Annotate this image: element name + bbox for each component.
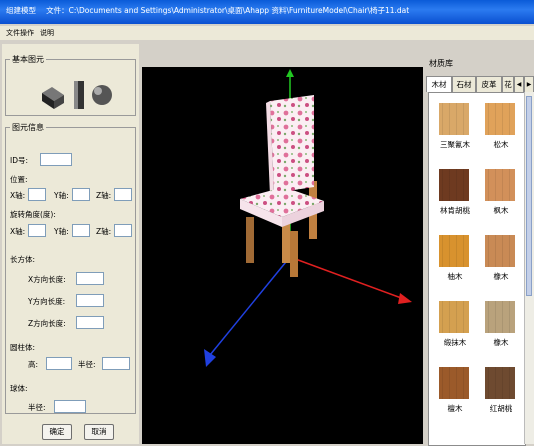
pos-y-field[interactable] [72,188,90,201]
material-item[interactable]: 檀木 [435,367,475,419]
tab-leather[interactable]: 皮革 [476,76,502,92]
x-length-field[interactable] [76,272,104,285]
material-library: 材质库 木材 石材 皮革 花 ◀ ▶ 三聚氰木 松木 林肯胡桃 枫木 柚木 橡木… [426,52,534,446]
3d-viewport[interactable] [142,67,423,444]
material-item[interactable]: 松木 [481,103,521,155]
gallery-scrollbar[interactable] [524,92,534,444]
material-swatch [439,169,469,201]
tab-stone[interactable]: 石材 [452,76,476,92]
cancel-button[interactable]: 取消 [84,424,114,440]
material-name: 松木 [493,140,509,149]
cuboid-label: 长方体: [10,255,36,264]
pos-x-field[interactable] [28,188,46,201]
cube-block-icon[interactable] [42,87,64,109]
sphere-label: 球体: [10,384,28,393]
menu-file[interactable]: 文件操作 [6,28,34,38]
x-length-label: X方向长度: [28,275,66,284]
radius-label: 半径: [78,360,96,369]
sphere-radius-label: 半径: [28,403,46,412]
material-item[interactable]: 缎抹木 [435,301,475,353]
library-title: 材质库 [429,59,453,68]
sphere-radius-field[interactable] [54,400,86,413]
material-item[interactable]: 枫木 [481,169,521,221]
properties-legend: 图元信息 [12,123,44,132]
chair-model[interactable] [240,95,324,277]
material-swatch [485,103,515,135]
position-label: 位置: [10,175,28,184]
y-length-field[interactable] [76,294,104,307]
pos-y-label: Y轴: [54,191,69,200]
material-swatch [485,367,515,399]
material-swatch [485,169,515,201]
material-tabs: 木材 石材 皮革 花 ◀ ▶ [426,76,534,92]
material-item[interactable]: 柚木 [435,235,475,287]
primitives-legend: 基本图元 [12,55,44,64]
material-name: 柚木 [447,272,463,281]
rotation-label: 旋转角度(度): [10,210,56,219]
material-name: 缎抹木 [443,338,467,347]
material-gallery: 三聚氰木 松木 林肯胡桃 枫木 柚木 橡木 缎抹木 橡木 檀木 红胡桃 [428,92,526,446]
cylinder-icon[interactable] [74,81,84,109]
cylinder-label: 圆柱体: [10,343,36,352]
rot-x-field[interactable] [28,224,46,237]
y-length-label: Y方向长度: [28,297,66,306]
tab-scroll-right-icon[interactable]: ▶ [524,76,534,92]
tab-scroll-left-icon[interactable]: ◀ [514,76,524,92]
pos-x-label: X轴: [10,191,26,200]
material-item[interactable]: 红胡桃 [481,367,521,419]
rot-z-label: Z轴: [96,227,112,236]
sphere-icon[interactable] [92,85,112,105]
material-swatch [439,301,469,333]
pos-z-field[interactable] [114,188,132,201]
pos-z-label: Z轴: [96,191,112,200]
ok-button[interactable]: 确定 [42,424,72,440]
scrollbar-thumb[interactable] [526,96,532,296]
menu-help[interactable]: 说明 [40,28,54,38]
material-name: 檀木 [447,404,463,413]
material-swatch [485,235,515,267]
material-name: 三聚氰木 [440,140,470,149]
left-panel: 基本图元 图元信息 ID号: 位置: X轴: Y轴: Z轴: 旋转角度(度): … [2,44,139,444]
menu-bar: 文件操作 说明 [0,26,534,40]
material-name: 橡木 [493,338,509,347]
id-field[interactable] [40,153,72,166]
height-label: 高: [28,360,39,369]
material-item[interactable]: 三聚氰木 [435,103,475,155]
material-name: 橡木 [493,272,509,281]
app-title: 组建模型 [6,6,36,15]
rot-x-label: X轴: [10,227,26,236]
material-item[interactable]: 橡木 [481,301,521,353]
rot-y-field[interactable] [72,224,90,237]
tab-wood[interactable]: 木材 [426,76,452,92]
material-swatch [439,367,469,399]
primitives-group: 基本图元 [5,54,136,116]
z-length-field[interactable] [76,316,104,329]
material-swatch [439,235,469,267]
material-item[interactable]: 林肯胡桃 [435,169,475,221]
material-name: 枫木 [493,206,509,215]
material-item[interactable]: 橡木 [481,235,521,287]
id-label: ID号: [10,156,29,165]
properties-group: 图元信息 ID号: 位置: X轴: Y轴: Z轴: 旋转角度(度): X轴: Y… [5,122,136,414]
tab-flower[interactable]: 花 [502,76,514,92]
radius-field[interactable] [102,357,130,370]
material-name: 林肯胡桃 [440,206,470,215]
rot-z-field[interactable] [114,224,132,237]
x-axis [289,256,412,304]
height-field[interactable] [46,357,72,370]
z-length-label: Z方向长度: [28,319,66,328]
material-name: 红胡桃 [489,404,513,413]
z-axis [204,256,291,367]
file-path: 文件：C:\Documents and Settings\Administrat… [46,6,410,15]
title-bar: 组建模型 文件：C:\Documents and Settings\Admini… [0,0,534,24]
material-swatch [485,301,515,333]
rot-y-label: Y轴: [54,227,69,236]
material-swatch [439,103,469,135]
